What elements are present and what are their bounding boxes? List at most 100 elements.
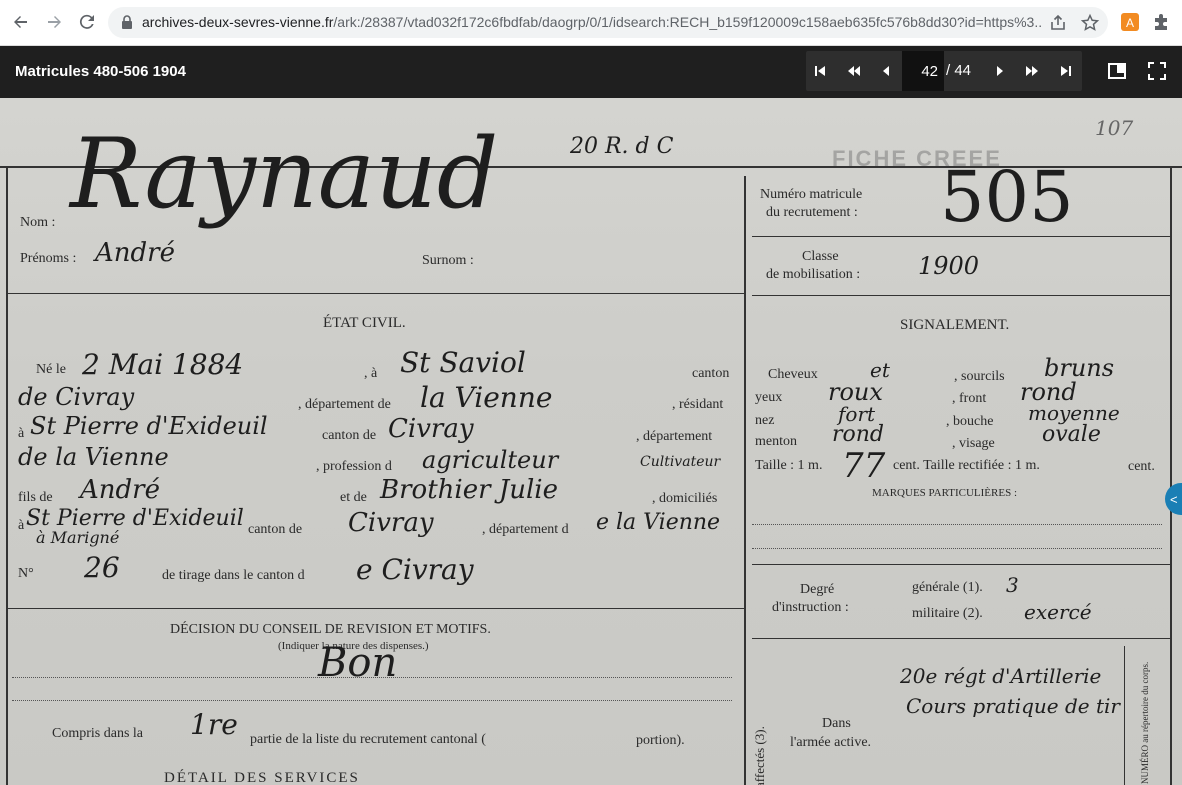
prenoms-value: André — [95, 238, 175, 268]
residence-department: de la Vienne — [18, 443, 169, 471]
etat-civil-heading: ÉTAT CIVIL. — [323, 315, 406, 331]
profession-label: , profession d — [316, 459, 392, 474]
yeux-label: yeux — [755, 390, 783, 405]
dotted-line-4 — [752, 548, 1162, 549]
lock-icon — [122, 15, 132, 29]
armee-line-1: 20e régt d'Artillerie — [900, 664, 1102, 688]
domicile-2: à Marigné — [36, 528, 120, 547]
left-rule — [6, 168, 8, 785]
profession-note: Cultivateur — [640, 454, 721, 470]
profession-value: agriculteur — [422, 446, 559, 474]
taille-cent-label: cent. — [1128, 459, 1155, 474]
register-page: FICHE CREEE 20 R. d C 107 Nom : Raynaud … — [0, 98, 1182, 785]
front-label: , front — [952, 391, 987, 406]
nom-value: Raynaud — [70, 118, 499, 230]
portion-label: portion). — [636, 733, 685, 748]
dotted-line-1 — [12, 677, 732, 678]
bookmark-star-icon[interactable] — [1080, 13, 1100, 33]
militaire-label: militaire (2). — [912, 606, 983, 621]
visage-label: , visage — [952, 436, 995, 451]
right-rule-2 — [752, 295, 1170, 296]
nez-label: nez — [755, 413, 775, 428]
domicilies-label: , domiciliés — [652, 491, 718, 506]
dans-label-2: l'armée active. — [790, 735, 872, 750]
a2-label: à — [18, 426, 25, 441]
fils-de-label: fils de — [18, 490, 53, 505]
classe-value: 1900 — [918, 252, 980, 280]
section-rule-2 — [8, 608, 744, 609]
extensions-puzzle-icon[interactable] — [1152, 12, 1172, 32]
page-total: / 44 — [946, 62, 972, 79]
center-rule — [744, 176, 746, 785]
chevron-left-icon: < — [1170, 491, 1178, 507]
numero-repertoire-label: NUMÉRO au répertoire du corps. — [1140, 661, 1150, 784]
birth-department: la Vienne — [420, 381, 553, 414]
document-title: Matricules 480-506 1904 — [15, 63, 186, 80]
document-viewer[interactable]: FICHE CREEE 20 R. d C 107 Nom : Raynaud … — [0, 98, 1182, 785]
forward-icon[interactable] — [41, 9, 67, 35]
nom-label: Nom : — [20, 215, 56, 230]
fast-back-icon[interactable] — [844, 61, 864, 81]
cheveux-label: Cheveux — [768, 367, 818, 382]
generale-value: 3 — [1006, 573, 1019, 597]
previous-page-icon[interactable] — [876, 61, 896, 81]
dotted-line-2 — [12, 700, 732, 701]
classe-label-1: Classe — [802, 249, 839, 264]
compris-label: Compris dans la — [52, 726, 143, 741]
canton-label: canton — [692, 366, 730, 381]
generale-label: générale (1). — [912, 580, 983, 595]
ne-le-label: Né le — [36, 362, 66, 377]
first-page-icon[interactable] — [810, 61, 830, 81]
detail-heading: DÉTAIL DES SERVICES — [164, 770, 360, 785]
residence: St Pierre d'Exideuil — [30, 412, 268, 440]
margin-mark: 107 — [1095, 116, 1134, 140]
fullscreen-icon[interactable] — [1146, 60, 1168, 82]
compris-rest: partie de la liste du recrutement canton… — [250, 732, 486, 747]
tirage-label: de tirage dans le canton d — [162, 568, 305, 583]
militaire-value: exercé — [1024, 600, 1092, 624]
reload-icon[interactable] — [74, 9, 100, 35]
url-text: archives-deux-sevres-vienne.fr/ark:/2838… — [142, 14, 1042, 30]
a-label: , à — [364, 366, 378, 381]
extension-alert-icon[interactable]: A — [1120, 12, 1140, 32]
fast-forward-icon[interactable] — [1022, 61, 1042, 81]
sidebar-panel-icon[interactable] — [1106, 60, 1128, 82]
departement-de-label: , département de — [298, 397, 391, 412]
domicile-department: e la Vienne — [596, 510, 721, 535]
page-navigator: / 44 — [806, 51, 1082, 91]
decision-value: Bon — [318, 640, 398, 686]
viewer-toolbar: Matricules 480-506 1904 / 44 — [0, 46, 1182, 98]
affectes-label: affectés (3). — [752, 726, 767, 785]
back-icon[interactable] — [8, 9, 34, 35]
signalement-heading: SIGNALEMENT. — [900, 317, 1010, 333]
dotted-line-3 — [752, 524, 1162, 525]
father-name: André — [80, 475, 160, 505]
matricule-value: 505 — [940, 156, 1074, 238]
next-page-icon[interactable] — [990, 61, 1010, 81]
departement-d-label: , département d — [482, 522, 569, 537]
a3-label: à — [18, 518, 25, 533]
url-path: /ark:/28387/vtad032f172c6fbdfab/daogrp/0… — [333, 14, 1042, 30]
birth-date: 2 Mai 1884 — [82, 348, 244, 381]
birth-canton: de Civray — [18, 383, 135, 411]
matricule-label-1: Numéro matricule — [760, 187, 863, 202]
matricule-label-2: du recrutement : — [766, 205, 858, 220]
menton-label: menton — [755, 434, 797, 449]
armee-line-2: Cours pratique de tir — [906, 694, 1120, 718]
url-host: archives-deux-sevres-vienne.fr — [142, 14, 334, 30]
last-page-icon[interactable] — [1056, 61, 1076, 81]
share-icon[interactable] — [1048, 13, 1068, 33]
right-rule-3 — [752, 564, 1170, 565]
decision-heading: DÉCISION DU CONSEIL DE REVISION ET MOTIF… — [170, 622, 491, 637]
canton-de-label: canton de — [322, 428, 377, 443]
address-bar[interactable]: archives-deux-sevres-vienne.fr/ark:/2838… — [108, 7, 1108, 38]
section-rule-1 — [8, 293, 744, 294]
menton-value: rond — [832, 422, 885, 447]
departement-label: , département — [636, 429, 713, 444]
degre-label-1: Degré — [800, 582, 835, 597]
tirage-canton: e Civray — [356, 553, 474, 586]
classe-label-2: de mobilisation : — [766, 267, 861, 282]
page-number-input[interactable] — [902, 51, 944, 91]
degre-label-2: d'instruction : — [772, 600, 849, 615]
taille-value: 77 — [842, 446, 886, 486]
